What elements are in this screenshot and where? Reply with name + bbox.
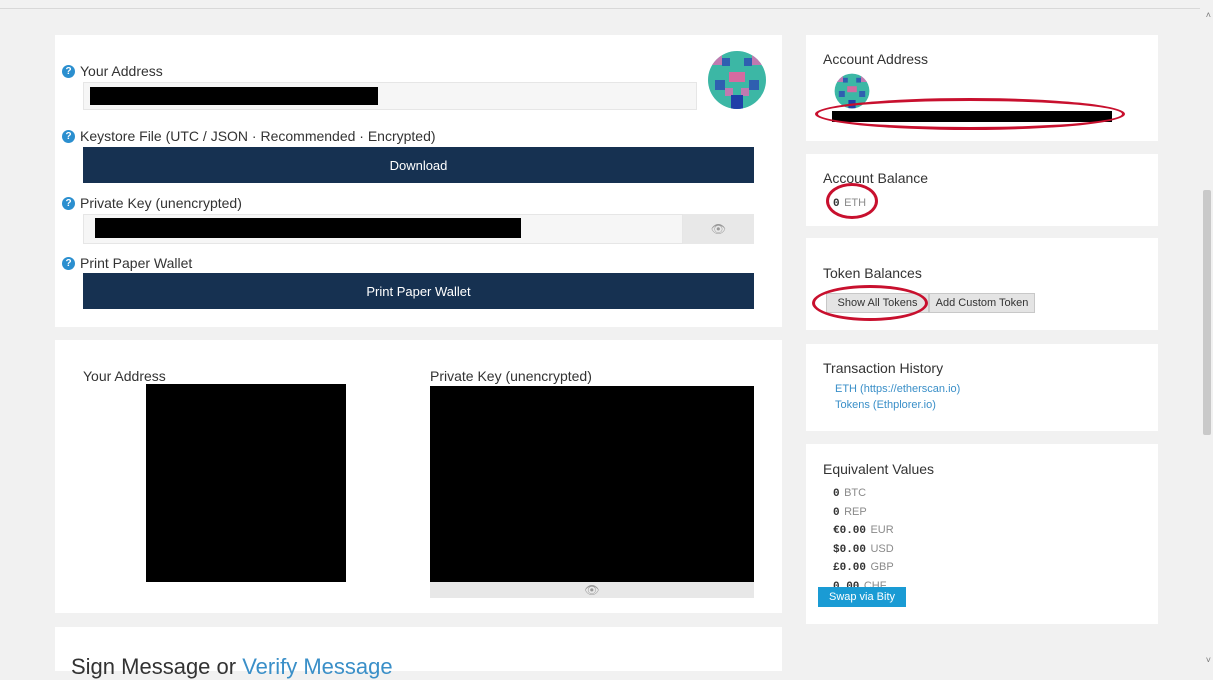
redacted-private-key [95,218,521,238]
print-label-row: ? Print Paper Wallet [62,255,192,271]
equivalent-values-list: 0 BTC 0 REP €0.00 EUR $0.00 USD £0.00 GB… [833,484,894,595]
help-icon[interactable]: ? [62,196,75,210]
redacted-address [90,87,378,105]
scroll-up-arrow-icon[interactable]: ˄ [1206,10,1211,20]
equiv-row-eur: €0.00 EUR [833,521,894,540]
add-custom-token-button[interactable]: Add Custom Token [929,293,1035,313]
paper-address-label: Your Address [83,368,166,384]
equiv-row-usd: $0.00 USD [833,540,894,559]
equiv-unit: GBP [870,561,894,573]
equiv-row-btc: 0 BTC [833,484,894,503]
equiv-unit: USD [870,542,894,555]
equiv-amount: 0 [833,488,840,500]
equiv-unit: EUR [870,524,894,536]
top-divider [0,8,1200,9]
keystore-label-row: ? Keystore File (UTC / JSON · Recommende… [62,128,436,144]
keystore-label: Keystore File (UTC / JSON · Recommended … [80,128,436,144]
verify-message-link[interactable]: Verify Message [242,654,392,679]
help-icon[interactable]: ? [62,64,75,78]
your-address-label: Your Address [80,63,163,79]
sign-message-text: Sign Message or [71,654,243,679]
private-key-label-row: ? Private Key (unencrypted) [62,195,242,211]
account-balance-title: Account Balance [823,170,929,186]
help-icon[interactable]: ? [62,129,75,143]
equiv-amount: €0.00 [833,525,867,537]
paper-private-key-label: Private Key (unencrypted) [430,368,592,384]
transaction-history-title: Transaction History [823,360,944,376]
sign-message-heading: Sign Message or Verify Message [71,654,393,680]
identicon-avatar [708,51,766,109]
annotation-ring-balance [826,183,878,219]
eye-icon: 👁 [710,222,727,236]
equiv-row-gbp: £0.00 GBP [833,558,894,577]
toggle-visibility-button[interactable]: 👁 [683,214,754,244]
swap-via-bity-button[interactable]: Swap via Bity [818,587,906,607]
toggle-qr-visibility-button[interactable]: 👁 [430,582,754,598]
scrollbar-thumb[interactable] [1203,190,1211,435]
account-address-title: Account Address [823,51,929,67]
address-qr-code [146,384,346,582]
etherscan-link[interactable]: ETH (https://etherscan.io) [835,383,960,395]
equiv-row-rep: 0 REP [833,503,894,522]
equiv-amount: $0.00 [833,543,867,556]
equivalent-values-title: Equivalent Values [823,461,935,477]
token-balances-title: Token Balances [823,265,922,281]
print-paper-wallet-button[interactable]: Print Paper Wallet [83,273,754,309]
equiv-unit: BTC [844,487,867,499]
download-button[interactable]: Download [83,147,754,183]
your-address-label-row: ? Your Address [62,63,163,79]
private-key-label: Private Key (unencrypted) [80,195,242,211]
annotation-ring-show-tokens [812,285,928,321]
help-icon[interactable]: ? [62,256,75,270]
eye-icon: 👁 [584,583,600,597]
annotation-ring-address [815,98,1125,130]
scroll-down-arrow-icon[interactable]: ˅ [1206,655,1211,665]
ethplorer-link[interactable]: Tokens (Ethplorer.io) [835,399,936,411]
equiv-amount: 0 [833,506,840,519]
equiv-amount: £0.00 [833,562,867,574]
private-key-qr-code [430,386,754,582]
equiv-unit: REP [844,505,867,518]
print-paper-wallet-label: Print Paper Wallet [80,255,193,271]
